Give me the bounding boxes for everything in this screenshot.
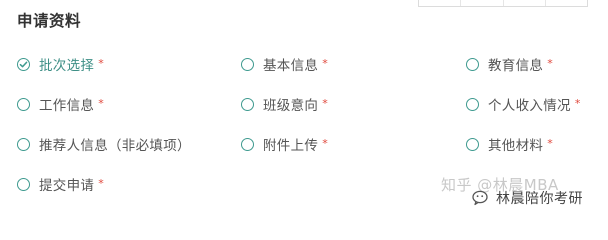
- required-mark: *: [322, 96, 328, 110]
- radio-circle-icon: [241, 97, 254, 111]
- step-label: 教育信息: [488, 58, 544, 74]
- radio-circle-icon: [466, 137, 479, 151]
- radio-circle-icon: [17, 137, 30, 151]
- step-label: 提交申请: [39, 178, 95, 194]
- step-label: 批次选择: [39, 58, 95, 74]
- watermark-wechat-text: 林晨陪你考研: [496, 191, 583, 207]
- required-mark: *: [547, 136, 553, 150]
- step-label: 工作信息: [39, 98, 95, 114]
- step-referee-info[interactable]: 推荐人信息（非必填项）: [17, 134, 191, 154]
- section-title: 申请资料: [17, 12, 82, 30]
- top-box-cell: [546, 0, 587, 6]
- step-education-info[interactable]: 教育信息 *: [466, 54, 553, 74]
- step-label: 附件上传: [263, 138, 319, 154]
- radio-circle-icon: [241, 137, 254, 151]
- top-pagination-box: [418, 0, 588, 7]
- radio-circle-icon: [17, 177, 30, 191]
- step-personal-income[interactable]: 个人收入情况 *: [466, 94, 580, 114]
- watermark-wechat: 林晨陪你考研: [472, 188, 583, 208]
- step-attachment-upload[interactable]: 附件上传 *: [241, 134, 328, 154]
- required-mark: *: [322, 136, 328, 150]
- required-mark: *: [98, 56, 104, 70]
- step-work-info[interactable]: 工作信息 *: [17, 94, 104, 114]
- step-batch-selection[interactable]: 批次选择 *: [17, 54, 104, 74]
- required-mark: *: [98, 96, 104, 110]
- required-mark: *: [322, 56, 328, 70]
- radio-circle-icon: [466, 97, 479, 111]
- required-mark: *: [98, 176, 104, 190]
- required-mark: *: [547, 56, 553, 70]
- step-other-materials[interactable]: 其他材料 *: [466, 134, 553, 154]
- step-submit-application[interactable]: 提交申请 *: [17, 174, 104, 194]
- step-label: 基本信息: [263, 58, 319, 74]
- top-box-cell: [461, 0, 504, 6]
- radio-circle-icon: [466, 57, 479, 71]
- step-label: 个人收入情况: [488, 98, 571, 114]
- step-label: 推荐人信息（非必填项）: [39, 138, 191, 154]
- step-class-intention[interactable]: 班级意向 *: [241, 94, 328, 114]
- step-label: 其他材料: [488, 138, 544, 154]
- wechat-icon: [472, 190, 488, 206]
- top-box-cell: [504, 0, 546, 6]
- check-circle-icon: [17, 57, 30, 71]
- radio-circle-icon: [241, 57, 254, 71]
- required-mark: *: [574, 96, 581, 110]
- radio-circle-icon: [17, 97, 30, 111]
- step-basic-info[interactable]: 基本信息 *: [241, 54, 328, 74]
- top-box-cell: [419, 0, 462, 6]
- step-label: 班级意向: [263, 98, 319, 114]
